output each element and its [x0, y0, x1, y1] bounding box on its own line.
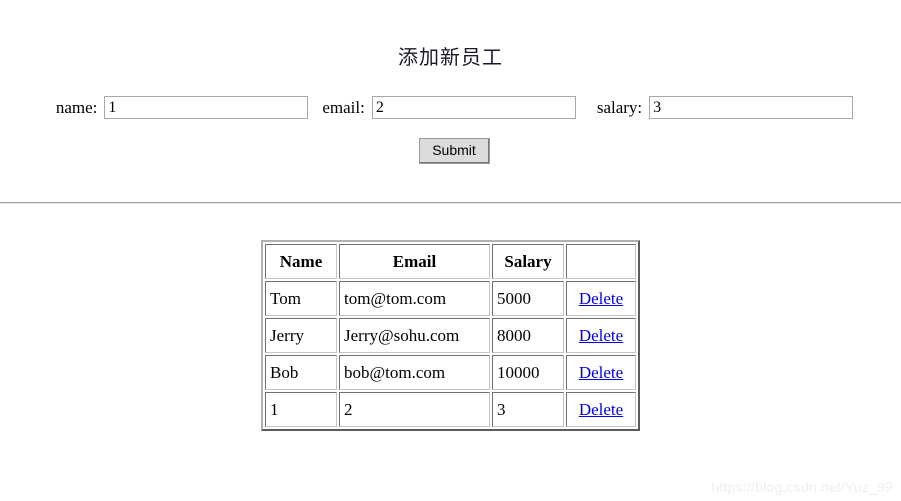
cell-action: Delete: [566, 318, 636, 353]
column-header-email: Email: [339, 244, 490, 279]
salary-input[interactable]: [649, 96, 854, 119]
cell-salary: 10000: [492, 355, 564, 390]
cell-email: tom@tom.com: [339, 281, 490, 316]
name-input[interactable]: [104, 96, 309, 119]
section-divider: [0, 202, 901, 204]
submit-button[interactable]: Submit: [419, 138, 490, 164]
employee-table: Name Email Salary Tom tom@tom.com 5000 D…: [261, 240, 640, 431]
cell-action: Delete: [566, 281, 636, 316]
cell-name: Bob: [265, 355, 337, 390]
cell-name: Jerry: [265, 318, 337, 353]
salary-label: salary:: [596, 97, 643, 117]
table-row: Tom tom@tom.com 5000 Delete: [265, 281, 636, 316]
column-header-salary: Salary: [492, 244, 564, 279]
watermark: https://blog.csdn.net/Yuz_99: [711, 479, 893, 495]
cell-salary: 5000: [492, 281, 564, 316]
cell-action: Delete: [566, 355, 636, 390]
cell-action: Delete: [566, 392, 636, 427]
cell-email: Jerry@sohu.com: [339, 318, 490, 353]
table-head: Name Email Salary: [265, 244, 636, 279]
table-row: Jerry Jerry@sohu.com 8000 Delete: [265, 318, 636, 353]
delete-link[interactable]: Delete: [579, 326, 623, 345]
email-input[interactable]: [371, 96, 576, 119]
column-header-action: [566, 244, 636, 279]
name-label: name:: [55, 97, 98, 117]
name-field-group: name:: [56, 96, 309, 119]
table-row: Bob bob@tom.com 10000 Delete: [265, 355, 636, 390]
salary-field-group: salary:: [596, 96, 854, 119]
submit-row: Submit: [0, 138, 901, 164]
page-title: 添加新员工: [398, 47, 503, 69]
cell-salary: 8000: [492, 318, 564, 353]
employee-table-container: Name Email Salary Tom tom@tom.com 5000 D…: [0, 240, 901, 431]
delete-link[interactable]: Delete: [579, 289, 623, 308]
table-body: Tom tom@tom.com 5000 Delete Jerry Jerry@…: [265, 281, 636, 427]
add-employee-form: name: email: salary:: [0, 96, 901, 119]
delete-link[interactable]: Delete: [579, 400, 623, 419]
delete-link[interactable]: Delete: [579, 363, 623, 382]
email-field-group: email:: [322, 96, 576, 119]
cell-email: bob@tom.com: [339, 355, 490, 390]
table-row: 1 2 3 Delete: [265, 392, 636, 427]
cell-name: Tom: [265, 281, 337, 316]
email-label: email:: [322, 97, 365, 117]
column-header-name: Name: [265, 244, 337, 279]
cell-name: 1: [265, 392, 337, 427]
table-header-row: Name Email Salary: [265, 244, 636, 279]
cell-salary: 3: [492, 392, 564, 427]
cell-email: 2: [339, 392, 490, 427]
